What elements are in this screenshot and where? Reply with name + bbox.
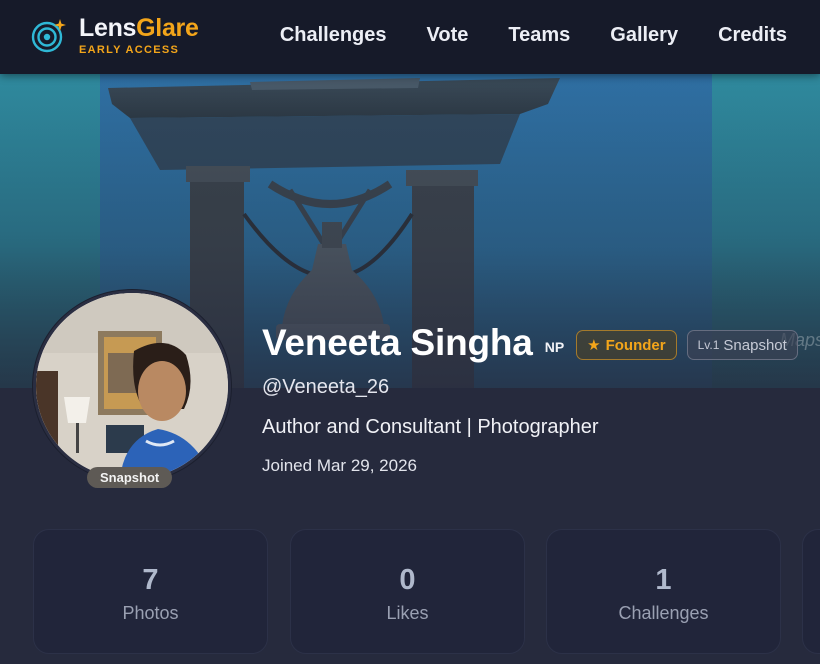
nav-link-vote[interactable]: Vote [427, 22, 469, 48]
top-navigation-bar: LensGlare EARLY ACCESS Challenges Vote T… [0, 0, 820, 74]
profile-joined-date: Joined Mar 29, 2026 [262, 456, 417, 475]
nav-link-teams[interactable]: Teams [508, 22, 570, 48]
stat-value: 1 [655, 564, 672, 596]
logo-tagline: EARLY ACCESS [79, 44, 180, 56]
profile-name: Veneeta Singha [262, 322, 533, 363]
stat-card-likes[interactable]: 0 Likes [290, 529, 525, 654]
stats-row: 7 Photos 0 Likes 1 Challenges [33, 529, 820, 654]
level-prefix: Lv.1 [697, 338, 720, 352]
main-nav: Challenges Vote Teams Gallery Credits [240, 22, 787, 48]
nav-link-challenges[interactable]: Challenges [280, 22, 387, 48]
founder-badge: ★ Founder [576, 330, 677, 360]
profile-bio: Author and Consultant | Photographer [262, 416, 599, 438]
logo-name: LensGlare [79, 14, 199, 42]
stat-label: Photos [122, 603, 179, 623]
profile-avatar-block: Snapshot [33, 290, 231, 488]
country-code: NP [544, 339, 565, 355]
nav-link-gallery[interactable]: Gallery [610, 22, 678, 48]
level-name: Snapshot [723, 336, 787, 354]
avatar[interactable] [33, 290, 231, 482]
stat-card-challenges[interactable]: 1 Challenges [546, 529, 781, 654]
star-icon: ★ [587, 337, 601, 354]
stat-value: 0 [399, 564, 416, 596]
stat-label: Challenges [618, 603, 709, 623]
nav-link-credits[interactable]: Credits [718, 22, 787, 48]
target-sparkle-icon [31, 18, 67, 54]
profile-name-row: Veneeta Singha NP ★ Founder Lv.1 Snapsho… [262, 322, 798, 364]
level-badge: Lv.1 Snapshot [686, 330, 798, 360]
logo[interactable]: LensGlare EARLY ACCESS [31, 16, 199, 56]
profile-handle: @Veneeta_26 [262, 376, 390, 398]
stat-value: 7 [142, 564, 159, 596]
stat-label: Likes [386, 603, 429, 623]
stat-card-photos[interactable]: 7 Photos [33, 529, 268, 654]
avatar-level-badge: Snapshot [87, 467, 173, 488]
founder-badge-label: Founder [605, 336, 666, 354]
stat-card-partial[interactable] [802, 529, 820, 654]
